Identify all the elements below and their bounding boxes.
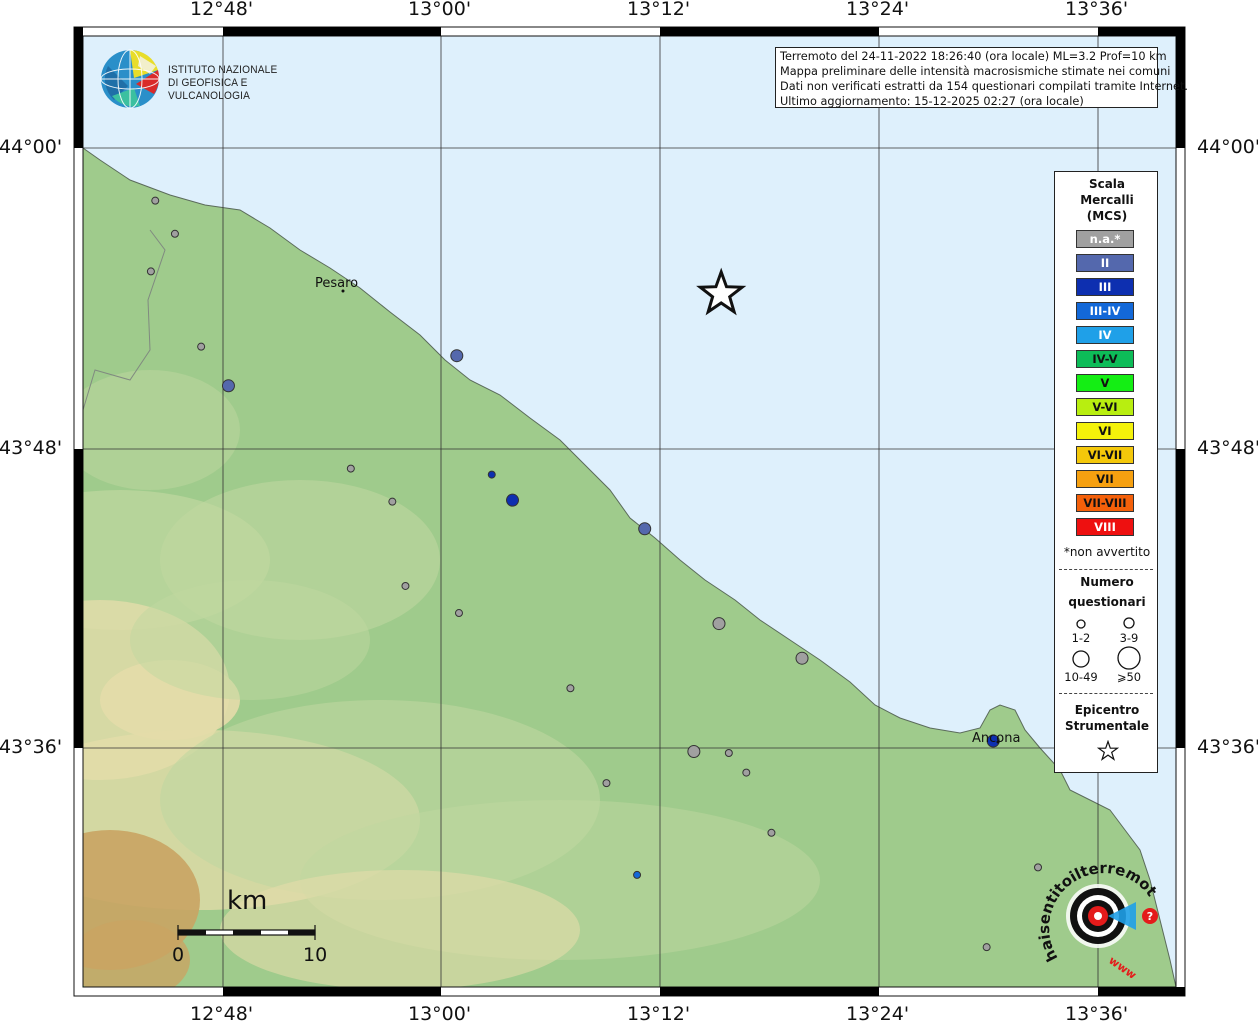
legend-questionari-line1: Numero (1080, 575, 1134, 589)
lon-label-top-4: 13°36' (1065, 0, 1129, 20)
size-symbol-1-2 (1076, 619, 1086, 629)
size-label-3-9: 3-9 (1119, 631, 1139, 645)
observation-point-10 (638, 522, 652, 536)
size-label-10-49: 10-49 (1064, 670, 1098, 684)
lon-label-top-0: 12°48' (190, 0, 254, 20)
size-label-1-2: 1-2 (1071, 631, 1091, 645)
observation-point-13 (566, 684, 575, 693)
legend-swatch-vi: VI (1076, 422, 1134, 440)
hsit-www: www. (1106, 954, 1141, 978)
ingv-globe-icon (100, 49, 160, 109)
legend-note: *non avvertito (1063, 545, 1151, 559)
legend-swatch-vivii: VI-VII (1076, 446, 1134, 464)
observation-point-2 (146, 267, 155, 276)
legend-swatch-na: n.a.* (1076, 230, 1134, 248)
observation-point-24 (982, 943, 991, 952)
logo-line2: DI GEOFISICA E VULCANOLOGIA (168, 77, 251, 102)
observation-point-0 (151, 196, 160, 205)
legend-title-line2: Mercalli (1080, 193, 1134, 207)
lat-label-right-2: 43°36' (1197, 736, 1258, 758)
place-pesaro: Pesaro (315, 276, 359, 291)
info-line-description: Mappa preliminare delle intensità macros… (780, 65, 1171, 78)
lat-label-right-0: 44°00' (1197, 136, 1258, 158)
observation-point-15 (687, 745, 701, 759)
legend-swatch-ii: II (1076, 254, 1134, 272)
legend-swatch-vii: VII (1076, 470, 1134, 488)
observation-point-8 (506, 493, 520, 507)
size-symbol-10-49 (1072, 650, 1090, 668)
ingv-logo-text: ISTITUTO NAZIONALE DI GEOFISICA E VULCAN… (168, 64, 317, 103)
lon-label-top-1: 13°00' (408, 0, 472, 20)
observation-point-18 (795, 651, 809, 665)
scalebar-unit: km (227, 886, 268, 916)
observation-point-14 (712, 617, 726, 631)
lon-label-bottom-4: 13°36' (1065, 1003, 1129, 1025)
legend-epicentro-line2: Strumentale (1064, 719, 1150, 733)
place-ancona: Ancona (972, 731, 1021, 746)
legend-separator (1059, 569, 1153, 570)
ingv-logo: ISTITUTO NAZIONALE DI GEOFISICA E VULCAN… (100, 48, 330, 110)
logo-line1: ISTITUTO NAZIONALE (168, 64, 278, 76)
event-info-box: Terremoto del 24-11-2022 18:26:40 (ora l… (775, 47, 1189, 108)
observation-point-5 (450, 349, 464, 363)
lon-label-bottom-0: 12°48' (190, 1003, 254, 1025)
legend-title-line3: (MCS) (1086, 209, 1128, 223)
info-line-event: Terremoto del 24-11-2022 18:26:40 (ora l… (780, 50, 1167, 63)
observation-point-16 (724, 749, 733, 758)
lon-label-top-2: 13°12' (627, 0, 691, 20)
lat-label-right-1: 43°48' (1197, 437, 1258, 459)
observation-point-9 (388, 497, 397, 506)
legend-separator-2 (1059, 693, 1153, 694)
observation-point-3 (197, 342, 206, 351)
legend-epicentro-line1: Epicentro (1074, 703, 1140, 717)
lon-label-top-3: 13°24' (846, 0, 910, 20)
legend-swatch-ivv: IV-V (1076, 350, 1134, 368)
legend-swatch-iiiiv: III-IV (1076, 302, 1134, 320)
scalebar-end: 10 (303, 944, 328, 966)
info-line-data-source: Dati non verificati estratti da 154 ques… (780, 80, 1189, 93)
observation-point-20 (602, 779, 611, 788)
hsit-logo: ? haisentitoilterremoto.it www. (1038, 858, 1161, 978)
size-label-50plus: ⩾50 (1116, 670, 1142, 684)
legend-swatch-viiviii: VII-VIII (1076, 494, 1134, 512)
observation-point-7 (487, 470, 496, 479)
lat-label-left-1: 43°48' (0, 437, 63, 459)
legend-panel: Scala Mercalli (MCS) n.a.* II III III-IV IV I… (1054, 171, 1158, 773)
info-line-last-update: Ultimo aggiornamento: 15-12-2025 02:27 (… (780, 95, 1084, 108)
observation-point-4 (221, 379, 235, 393)
legend-swatch-v: V (1076, 374, 1134, 392)
legend-swatch-iv: IV (1076, 326, 1134, 344)
svg-text:?: ? (1147, 910, 1153, 923)
lon-label-bottom-2: 13°12' (627, 1003, 691, 1025)
observation-point-22 (633, 870, 642, 879)
lon-label-bottom-1: 13°00' (408, 1003, 472, 1025)
observation-point-1 (170, 229, 179, 238)
observation-point-17 (742, 768, 751, 777)
observation-point-12 (454, 609, 463, 618)
legend-star-icon (1097, 740, 1119, 761)
legend-swatch-vvi: V-VI (1076, 398, 1134, 416)
lat-label-left-2: 43°36' (0, 736, 63, 758)
lon-label-bottom-3: 13°24' (846, 1003, 910, 1025)
legend-swatch-iii: III (1076, 278, 1134, 296)
legend-questionari-line2: questionari (1068, 595, 1146, 609)
legend-title-line1: Scala (1088, 177, 1126, 191)
size-symbol-50plus (1117, 646, 1141, 670)
size-symbol-3-9 (1123, 617, 1135, 629)
observation-point-11 (401, 581, 410, 590)
observation-point-21 (767, 828, 776, 837)
lat-label-left-0: 44°00' (0, 136, 63, 158)
legend-swatch-viii: VIII (1076, 518, 1134, 536)
observation-point-6 (346, 464, 355, 473)
scalebar-start: 0 (172, 944, 185, 966)
